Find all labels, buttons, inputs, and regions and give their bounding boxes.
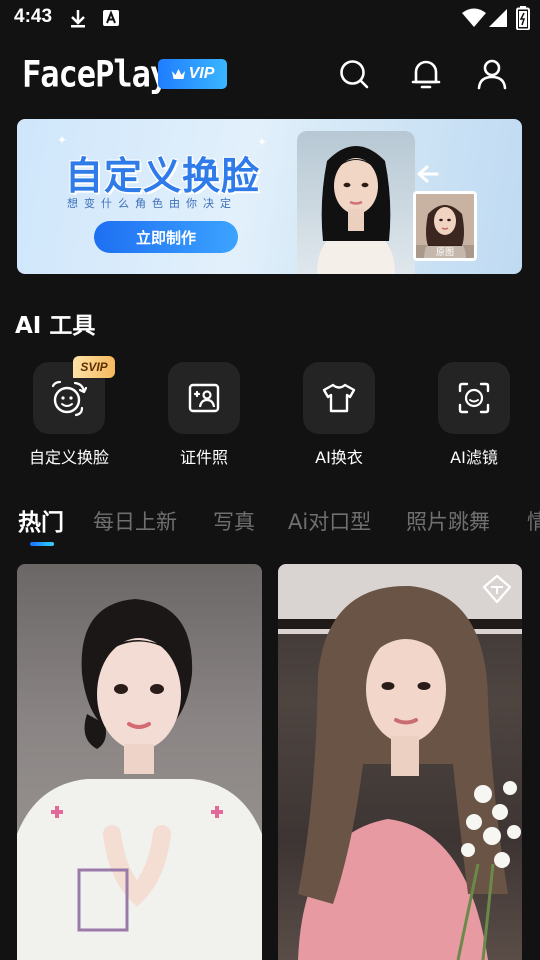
portrait-illustration	[317, 146, 395, 274]
tool-label: AI换衣	[315, 448, 363, 467]
banner-subtitle: 想变什么角色由你决定	[67, 197, 237, 210]
promo-banner[interactable]: ✦ ✦ ✦ 自定义换脸 想变什么角色由你决定 立即制作 原图	[17, 119, 522, 274]
template-card[interactable]	[17, 564, 262, 960]
ai-tools-title: AI 工具	[15, 313, 96, 339]
tool-ai-outfit[interactable]: AI换衣	[284, 362, 394, 468]
search-icon[interactable]	[338, 58, 370, 90]
tool-id-photo[interactable]: 证件照	[149, 362, 259, 468]
face-scan-icon	[458, 382, 490, 414]
tool-label: 证件照	[179, 448, 228, 467]
arrow-swap-icon	[417, 165, 439, 183]
original-photo-thumb: 原图	[413, 191, 477, 261]
tab-photo-dance[interactable]: 照片跳舞	[406, 506, 490, 536]
create-now-button[interactable]: 立即制作	[94, 221, 238, 253]
app-logo: FacePlay	[22, 52, 169, 96]
id-photo-icon	[188, 383, 220, 413]
tool-icon-box	[168, 362, 240, 434]
vip-badge[interactable]: VIP	[158, 59, 227, 89]
card-image-left	[17, 599, 262, 960]
font-a-icon	[103, 10, 119, 26]
tab-portrait[interactable]: 写真	[213, 506, 255, 536]
battery-icon	[516, 6, 530, 30]
tool-custom-face-swap[interactable]: SVIP 自定义换脸	[14, 356, 124, 468]
tab-daily-new[interactable]: 每日上新	[93, 506, 177, 536]
signal-icon	[489, 9, 507, 27]
bell-icon[interactable]	[410, 58, 442, 90]
active-tab-indicator	[30, 542, 54, 546]
original-label: 原图	[416, 245, 474, 258]
template-card[interactable]	[278, 564, 522, 960]
tool-label: 自定义换脸	[28, 448, 109, 467]
tab-more[interactable]: 情	[527, 506, 540, 536]
tool-label: AI滤镜	[450, 448, 498, 467]
banner-portrait	[297, 131, 415, 274]
svip-badge: SVIP	[73, 356, 115, 378]
tool-icon-box	[303, 362, 375, 434]
tool-icon-box	[438, 362, 510, 434]
wifi-icon	[462, 8, 486, 27]
diamond-icon	[482, 574, 512, 604]
user-icon[interactable]	[476, 58, 508, 90]
tool-ai-filter[interactable]: AI滤镜	[419, 362, 529, 468]
tab-hot[interactable]: 热门	[18, 503, 64, 537]
status-time: 4:43	[14, 6, 53, 27]
status-bar: 4:43	[0, 0, 540, 38]
tshirt-icon	[322, 383, 356, 413]
card-image-right	[278, 564, 522, 960]
download-icon	[71, 10, 85, 28]
banner-title: 自定义换脸	[65, 154, 261, 198]
crown-icon	[171, 69, 185, 79]
tool-icon-box: SVIP	[33, 356, 115, 434]
vip-label: VIP	[188, 65, 215, 82]
tab-ai-lipsync[interactable]: Ai对口型	[288, 506, 371, 536]
face-swap-icon	[51, 380, 88, 417]
